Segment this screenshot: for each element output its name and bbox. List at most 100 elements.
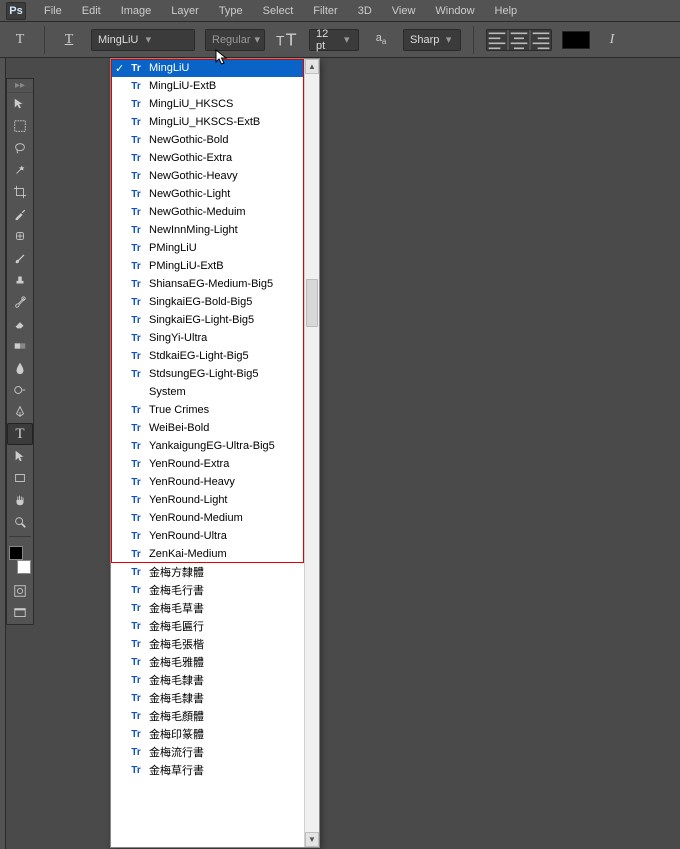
font-option[interactable]: Tr金梅毛行書 [111, 581, 304, 599]
truetype-icon: Tr [129, 116, 143, 128]
pen-tool[interactable] [7, 401, 33, 423]
font-option[interactable]: TrYenRound-Light [111, 491, 304, 509]
font-option[interactable]: TrYenRound-Ultra [111, 527, 304, 545]
zoom-tool[interactable] [7, 511, 33, 533]
font-option[interactable]: TrYenRound-Heavy [111, 473, 304, 491]
brush-tool[interactable] [7, 247, 33, 269]
font-size-combo[interactable]: 12 pt ▾ [309, 29, 359, 51]
font-option[interactable]: Tr金梅方隸體 [111, 563, 304, 581]
eyedropper-tool[interactable] [7, 203, 33, 225]
font-option[interactable]: Tr金梅毛張楷 [111, 635, 304, 653]
font-option[interactable]: TrSingkaiEG-Light-Big5 [111, 311, 304, 329]
menu-filter[interactable]: Filter [311, 3, 339, 19]
font-option[interactable]: TrZenKai-Medium [111, 545, 304, 563]
eraser-tool[interactable] [7, 313, 33, 335]
quick-mask-toggle[interactable] [7, 580, 33, 602]
antialias-combo[interactable]: Sharp ▾ [403, 29, 461, 51]
rectangle-tool[interactable] [7, 467, 33, 489]
font-option[interactable]: TrNewGothic-Extra [111, 149, 304, 167]
truetype-icon: Tr [129, 476, 143, 488]
menu-window[interactable]: Window [433, 3, 476, 19]
font-option[interactable]: Tr金梅流行書 [111, 743, 304, 761]
font-family-combo[interactable]: MingLiU ▾ [91, 29, 195, 51]
menu-select[interactable]: Select [261, 3, 296, 19]
menu-layer[interactable]: Layer [169, 3, 201, 19]
font-option[interactable]: Tr金梅毛隸書 [111, 671, 304, 689]
scroll-down-button[interactable]: ▼ [305, 832, 319, 847]
blur-tool[interactable] [7, 357, 33, 379]
font-option[interactable]: TrSingYi-Ultra [111, 329, 304, 347]
font-option[interactable]: TrPMingLiU-ExtB [111, 257, 304, 275]
font-option[interactable]: TrMingLiU_HKSCS [111, 95, 304, 113]
panel-grip[interactable]: ▸▸ [7, 79, 33, 93]
scroll-up-button[interactable]: ▲ [305, 59, 319, 74]
orientation-toggle[interactable]: T [57, 28, 81, 52]
scroll-thumb[interactable] [306, 279, 318, 327]
align-center-button[interactable] [509, 30, 529, 50]
truetype-icon: Tr [129, 224, 143, 236]
healing-brush-tool[interactable] [7, 225, 33, 247]
font-option[interactable]: Tr金梅毛草書 [111, 599, 304, 617]
menu-3d[interactable]: 3D [356, 3, 374, 19]
font-option[interactable]: TrSingkaiEG-Bold-Big5 [111, 293, 304, 311]
truetype-icon: Tr [129, 350, 143, 362]
font-option[interactable]: TrNewGothic-Light [111, 185, 304, 203]
font-option[interactable]: TrYankaigungEG-Ultra-Big5 [111, 437, 304, 455]
menu-image[interactable]: Image [119, 3, 154, 19]
font-list[interactable]: ✓TrMingLiUTrMingLiU-ExtBTrMingLiU_HKSCST… [111, 59, 304, 847]
align-left-button[interactable] [487, 30, 507, 50]
align-right-button[interactable] [531, 30, 551, 50]
font-option[interactable]: ✓TrMingLiU [111, 59, 304, 77]
font-option[interactable]: TrStdkaiEG-Light-Big5 [111, 347, 304, 365]
magic-wand-tool[interactable] [7, 159, 33, 181]
font-option[interactable]: Tr金梅印篆體 [111, 725, 304, 743]
font-option[interactable]: TrMingLiU_HKSCS-ExtB [111, 113, 304, 131]
font-option[interactable]: Tr金梅毛匾行 [111, 617, 304, 635]
type-tool[interactable]: T [7, 423, 33, 445]
menu-edit[interactable]: Edit [80, 3, 103, 19]
font-option[interactable]: Tr金梅毛雅體 [111, 653, 304, 671]
lasso-tool[interactable] [7, 137, 33, 159]
marquee-tool[interactable] [7, 115, 33, 137]
font-option[interactable]: TrNewGothic-Bold [111, 131, 304, 149]
font-option[interactable]: TrWeiBei-Bold [111, 419, 304, 437]
menu-help[interactable]: Help [493, 3, 520, 19]
font-family-dropdown: ✓TrMingLiUTrMingLiU-ExtBTrMingLiU_HKSCST… [110, 58, 320, 848]
font-option[interactable]: TrNewGothic-Heavy [111, 167, 304, 185]
text-color-swatch[interactable] [562, 31, 590, 49]
path-selection-tool[interactable] [7, 445, 33, 467]
screen-mode-button[interactable] [7, 602, 33, 624]
truetype-icon: Tr [129, 314, 143, 326]
font-option[interactable]: TrNewGothic-Meduim [111, 203, 304, 221]
scroll-track[interactable] [305, 74, 319, 832]
warp-text-button[interactable]: I [600, 28, 624, 52]
menu-type[interactable]: Type [217, 3, 245, 19]
font-option[interactable]: TrMingLiU-ExtB [111, 77, 304, 95]
font-option[interactable]: TrStdsungEG-Light-Big5 [111, 365, 304, 383]
font-option[interactable]: TrNewInnMing-Light [111, 221, 304, 239]
history-brush-tool[interactable] [7, 291, 33, 313]
font-style-combo[interactable]: Regular ▾ [205, 29, 265, 51]
font-option[interactable]: Tr金梅毛隸書 [111, 689, 304, 707]
font-option[interactable]: TrPMingLiU [111, 239, 304, 257]
clone-stamp-tool[interactable] [7, 269, 33, 291]
menu-file[interactable]: File [42, 3, 64, 19]
color-swatches[interactable] [7, 544, 33, 576]
tool-preset-button[interactable]: T [8, 28, 32, 52]
font-option[interactable]: TrShiansaEG-Medium-Big5 [111, 275, 304, 293]
font-option[interactable]: TrYenRound-Extra [111, 455, 304, 473]
scrollbar[interactable]: ▲ ▼ [304, 59, 319, 847]
font-option[interactable]: TrYenRound-Medium [111, 509, 304, 527]
dodge-tool[interactable] [7, 379, 33, 401]
gradient-tool[interactable] [7, 335, 33, 357]
font-option[interactable]: Tr金梅毛顏體 [111, 707, 304, 725]
crop-tool[interactable] [7, 181, 33, 203]
font-option[interactable]: Tr金梅草行書 [111, 761, 304, 779]
font-option[interactable]: System [111, 383, 304, 401]
font-option[interactable]: TrTrue Crimes [111, 401, 304, 419]
menu-view[interactable]: View [390, 3, 418, 19]
hand-tool[interactable] [7, 489, 33, 511]
chevron-down-icon: ▾ [341, 34, 352, 46]
check-icon: ✓ [115, 62, 124, 75]
move-tool[interactable] [7, 93, 33, 115]
